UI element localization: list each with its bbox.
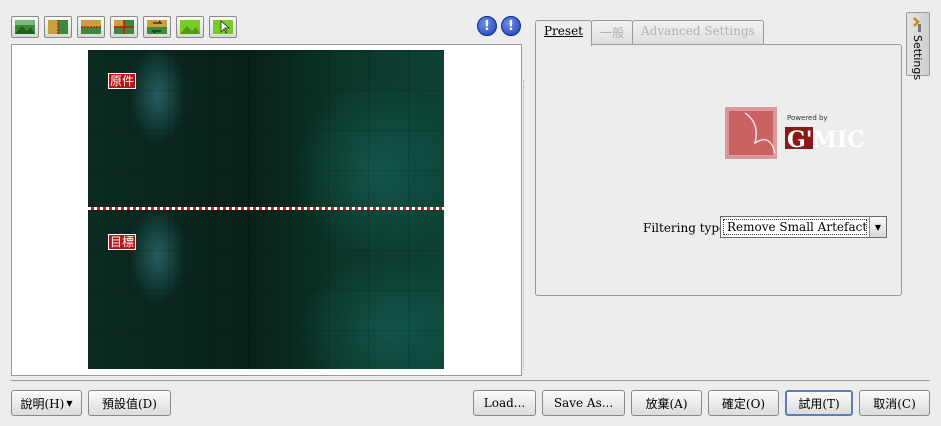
preview-image[interactable]: 原件 目標	[88, 50, 444, 369]
tab-advanced-settings[interactable]: Advanced Settings	[632, 20, 764, 45]
tab-general[interactable]: 一般	[591, 20, 634, 45]
discard-button[interactable]: 放棄(A)	[631, 390, 702, 416]
try-button[interactable]: 試用(T)	[785, 390, 853, 416]
split-both-button[interactable]	[110, 16, 138, 38]
powered-by-text: Powered by	[787, 114, 828, 122]
pointer-button[interactable]	[209, 16, 237, 38]
pointer-icon	[213, 20, 233, 34]
preview-original-icon	[15, 20, 35, 34]
defaults-button[interactable]: 預設值(D)	[88, 390, 171, 416]
preview-original-button[interactable]	[11, 16, 39, 38]
save-as-button[interactable]: Save As...	[542, 390, 625, 416]
preview-result-icon	[180, 20, 200, 34]
split-horizontal-button[interactable]	[77, 16, 105, 38]
filtering-type-label: Filtering type:	[643, 221, 731, 235]
cancel-button[interactable]: 取消(C)	[859, 390, 930, 416]
settings-side-tab[interactable]: Settings	[906, 12, 930, 80]
tab-preset[interactable]: Preset	[535, 20, 592, 46]
warning-icon[interactable]: !	[477, 16, 497, 36]
split-vertical-button[interactable]	[44, 16, 72, 38]
swap-icon	[147, 20, 167, 34]
load-button[interactable]: Load...	[473, 390, 536, 416]
chevron-down-icon[interactable]: ▼	[869, 217, 886, 237]
help-button[interactable]: 說明(H) ▼	[11, 390, 82, 416]
original-label: 原件	[108, 73, 137, 89]
filtering-type-select[interactable]: Remove Small Artefact ▼	[720, 216, 887, 238]
chevron-down-icon: ▼	[66, 398, 73, 408]
settings-tabs: Preset 一般 Advanced Settings	[535, 20, 764, 46]
preview-result-button[interactable]	[176, 16, 204, 38]
brand-text: G'MIC	[787, 127, 865, 153]
gmic-logo: Powered by G'MIC	[725, 103, 875, 163]
info-icon[interactable]: !	[501, 16, 521, 36]
settings-label: Settings	[911, 35, 924, 81]
preset-panel	[535, 44, 902, 296]
wrench-icon	[913, 17, 921, 32]
split-divider[interactable]	[88, 207, 444, 210]
split-horizontal-icon	[81, 20, 101, 34]
split-both-icon	[114, 20, 134, 34]
panel-splitter[interactable]	[523, 80, 525, 370]
filtering-type-value: Remove Small Artefact	[723, 219, 867, 235]
split-vertical-icon	[48, 20, 68, 34]
ok-button[interactable]: 確定(O)	[708, 390, 779, 416]
swap-button[interactable]	[143, 16, 171, 38]
target-label: 目標	[108, 234, 137, 250]
divider	[11, 380, 930, 381]
